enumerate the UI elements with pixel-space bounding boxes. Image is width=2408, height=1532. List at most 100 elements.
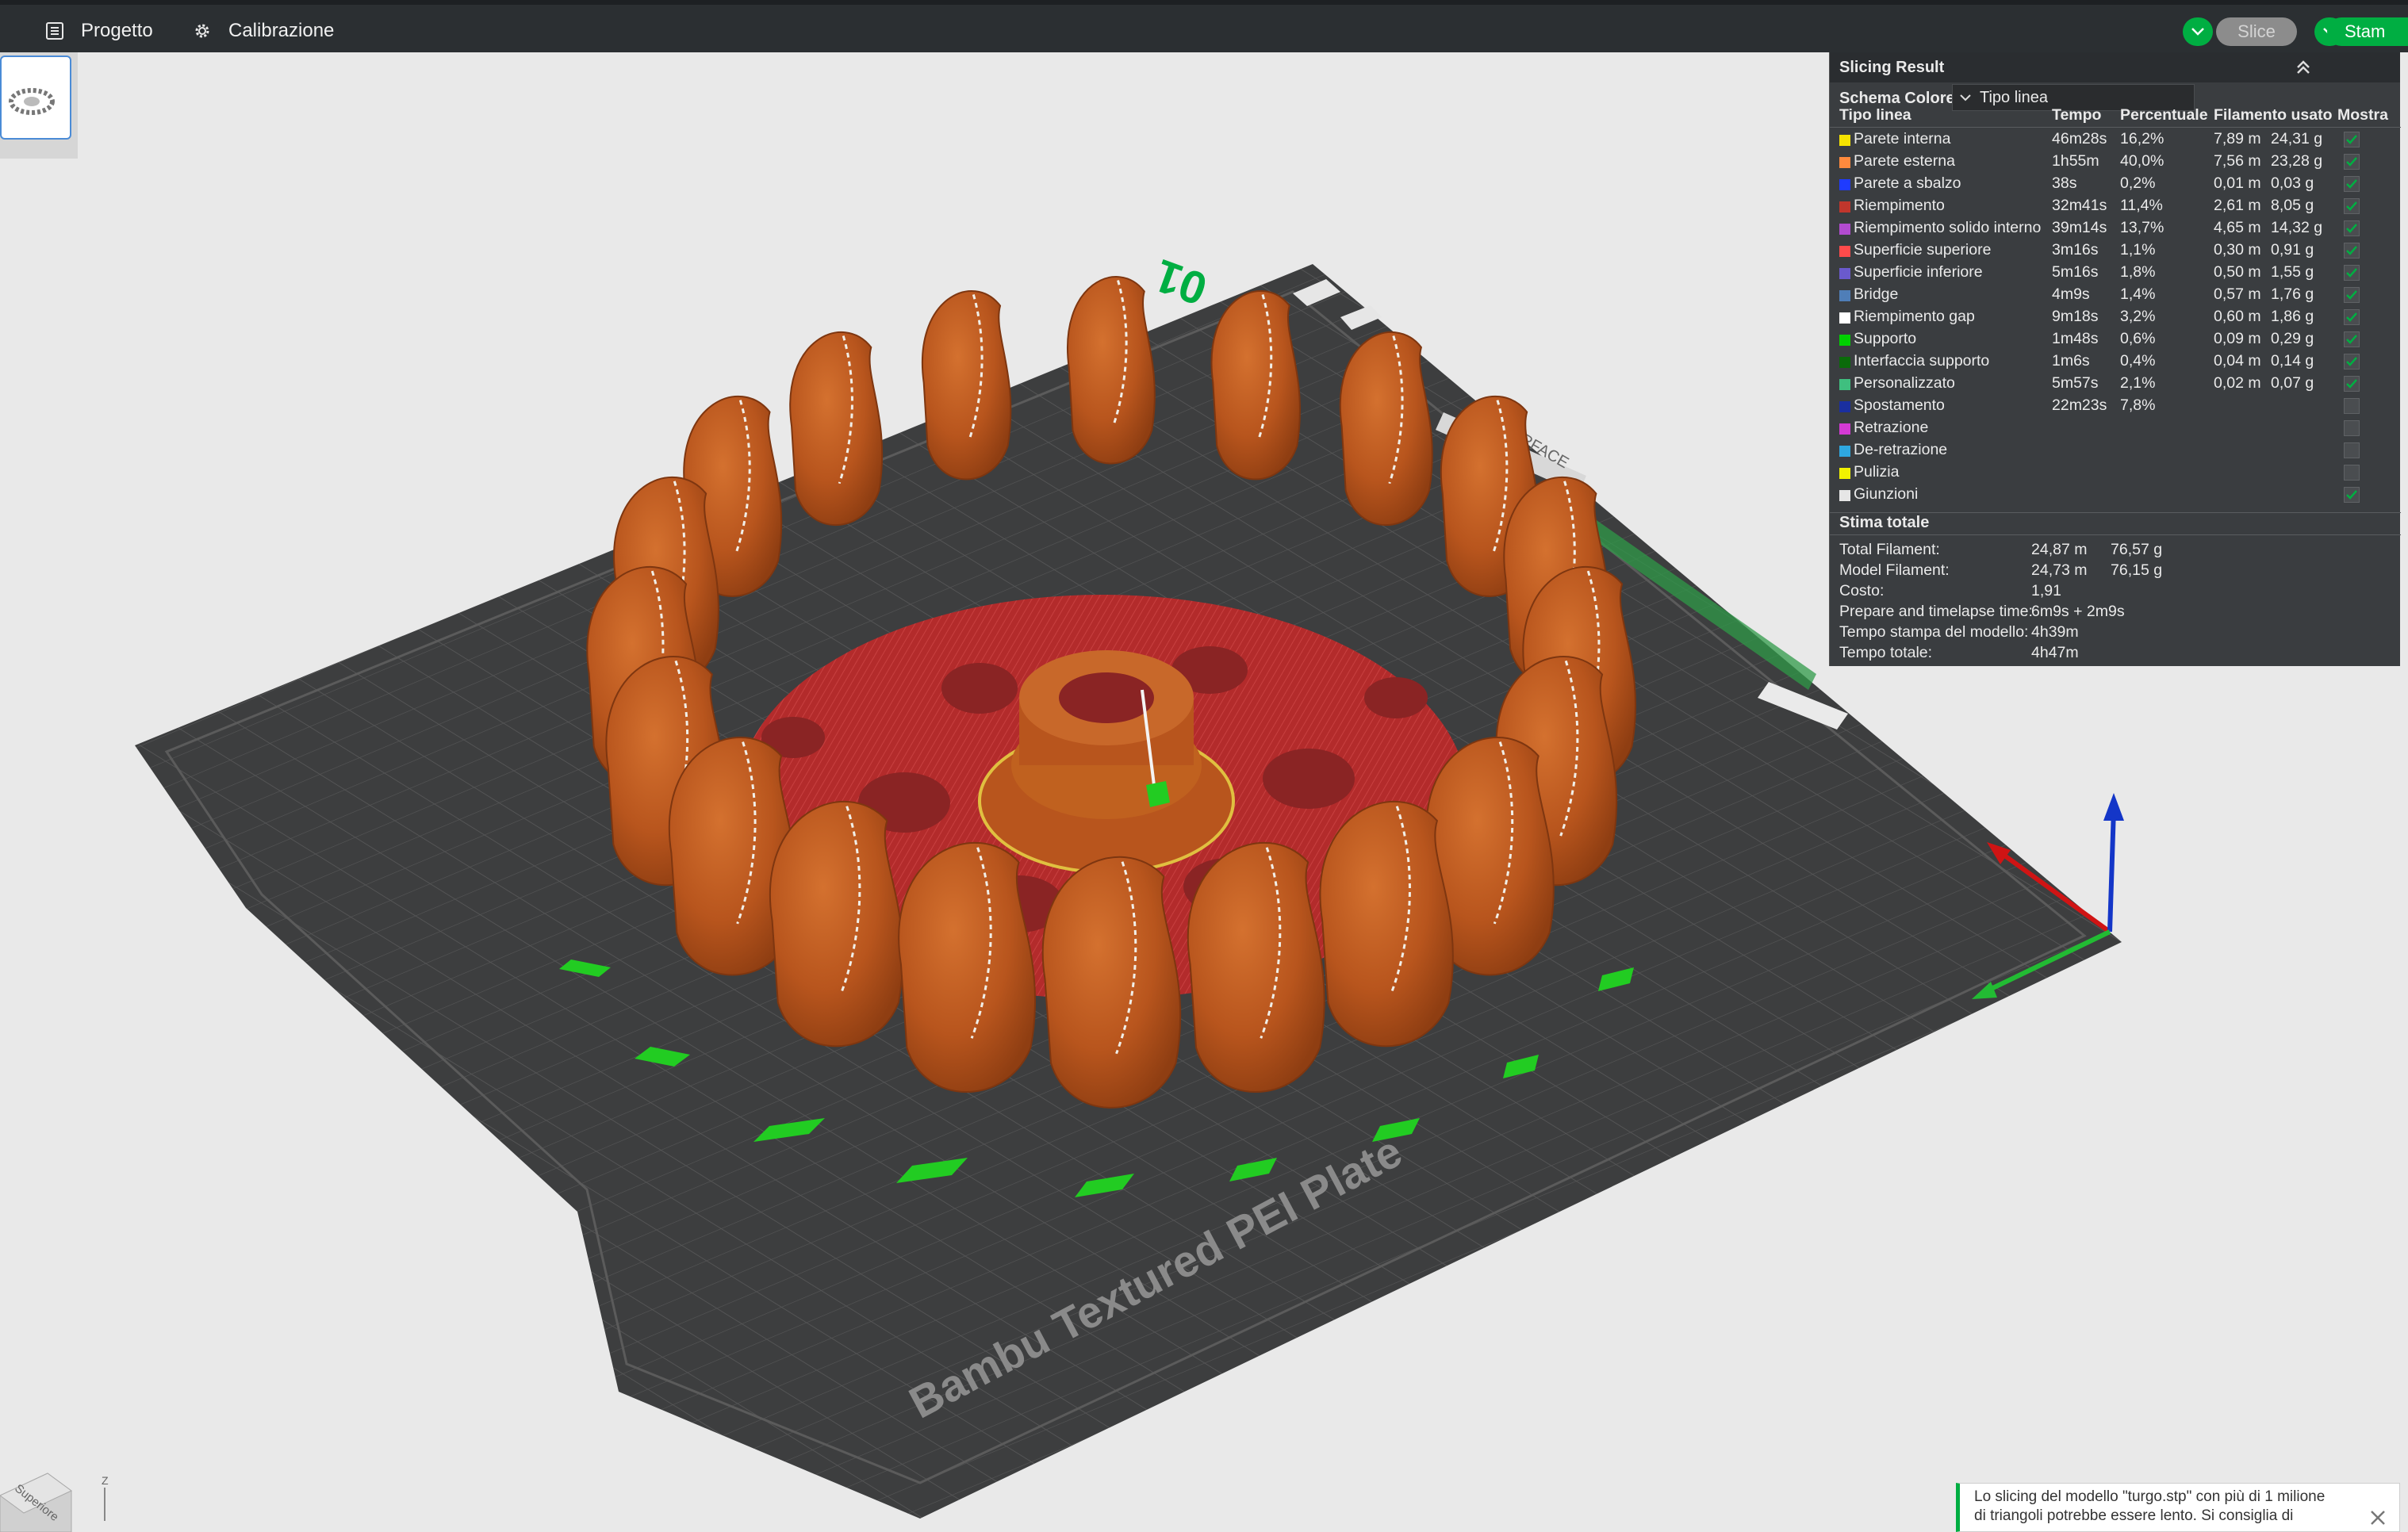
show-checkbox[interactable] [2344, 354, 2360, 370]
row-name: Parete interna [1854, 130, 1951, 147]
show-checkbox[interactable] [2344, 154, 2360, 170]
chevron-down-icon [1960, 94, 1971, 101]
show-checkbox[interactable] [2344, 176, 2360, 192]
color-swatch [1839, 179, 1850, 190]
row-name: Retrazione [1854, 419, 1929, 436]
row-name: De-retrazione [1854, 441, 1948, 458]
col-header-percent: Percentuale [2120, 106, 2208, 124]
color-swatch [1839, 201, 1850, 213]
row-len: 0,09 m [2214, 330, 2261, 347]
row-len: 0,04 m [2214, 352, 2261, 370]
row-len: 0,50 m [2214, 263, 2261, 281]
show-checkbox[interactable] [2344, 132, 2360, 147]
show-checkbox[interactable] [2344, 309, 2360, 325]
row-name: Superficie superiore [1854, 241, 1992, 259]
show-checkbox[interactable] [2344, 265, 2360, 281]
turbine-blade [922, 290, 1012, 481]
check-icon [2346, 157, 2357, 167]
show-checkbox[interactable] [2344, 220, 2360, 236]
gear-icon [190, 19, 214, 43]
row-len: 0,01 m [2214, 174, 2261, 192]
line-type-row: Parete esterna 1h55m 40,0% 7,56 m 23,28 g [1830, 151, 2401, 173]
check-icon [2346, 246, 2357, 255]
row-name: Personalizzato [1854, 374, 1955, 392]
line-type-row: Riempimento solido interno 39m14s 13,7% 4,6… [1830, 217, 2401, 239]
row-len: 7,89 m [2214, 130, 2261, 147]
summary-value: 4h39m [2031, 623, 2079, 641]
turbine-blade [789, 331, 884, 527]
turbine-blade [1319, 801, 1454, 1048]
col-header-show: Mostra [2337, 106, 2388, 124]
row-len: 0,57 m [2214, 285, 2261, 303]
check-icon [2346, 379, 2357, 389]
summary-weight: 76,15 g [2111, 561, 2163, 579]
check-icon [2346, 135, 2357, 144]
row-wt: 14,32 g [2271, 219, 2323, 236]
row-time: 38s [2052, 174, 2077, 192]
show-checkbox[interactable] [2344, 287, 2360, 303]
row-pct: 1,1% [2120, 241, 2156, 259]
show-checkbox[interactable] [2344, 487, 2360, 503]
row-pct: 0,6% [2120, 330, 2156, 347]
project-icon [43, 19, 67, 43]
slice-dropdown-button[interactable] [2183, 17, 2213, 46]
show-checkbox[interactable] [2344, 420, 2360, 436]
check-icon [2346, 201, 2357, 211]
col-header-filament: Filamento usato [2214, 106, 2333, 124]
color-swatch [1839, 224, 1850, 235]
summary-label: Prepare and timelapse time: [1839, 603, 2033, 620]
show-checkbox[interactable] [2344, 243, 2360, 259]
show-checkbox[interactable] [2344, 331, 2360, 347]
color-swatch [1839, 401, 1850, 412]
menu-project[interactable]: Progetto [43, 13, 153, 49]
row-wt: 24,31 g [2271, 130, 2323, 147]
col-header-type: Tipo linea [1839, 106, 1911, 124]
show-checkbox[interactable] [2344, 398, 2360, 414]
row-time: 1m48s [2052, 330, 2099, 347]
color-swatch [1839, 312, 1850, 324]
close-icon[interactable] [2366, 1506, 2390, 1530]
show-checkbox[interactable] [2344, 376, 2360, 392]
line-type-row: Pulizia [1830, 462, 2401, 484]
color-swatch [1839, 157, 1850, 168]
summary-value: 4h47m [2031, 644, 2079, 661]
show-checkbox[interactable] [2344, 442, 2360, 458]
turbine-blade [1041, 856, 1182, 1109]
row-time: 22m23s [2052, 396, 2107, 414]
collapse-icon[interactable] [2294, 59, 2313, 76]
turbine-blade [1339, 331, 1433, 527]
view-cube[interactable]: Superiore Z [0, 1464, 127, 1532]
summary-value: 24,73 m [2031, 561, 2088, 579]
row-len: 0,02 m [2214, 374, 2261, 392]
menu-project-label: Progetto [81, 20, 153, 41]
menu-calibration[interactable]: Calibrazione [190, 13, 334, 49]
row-name: Superficie inferiore [1854, 263, 1983, 281]
top-toolbar: Progetto Calibrazione Slice Stam [0, 0, 2408, 52]
row-name: Parete esterna [1854, 152, 1955, 170]
row-wt: 0,03 g [2271, 174, 2314, 192]
summary-label: Tempo stampa del modello: [1839, 623, 2029, 641]
notification-line-2: di triangoli potrebbe essere lento. Si c… [1974, 1507, 2294, 1524]
row-wt: 1,86 g [2271, 308, 2314, 325]
line-type-row: De-retrazione [1830, 439, 2401, 462]
row-len: 4,65 m [2214, 219, 2261, 236]
row-wt: 0,07 g [2271, 374, 2314, 392]
row-pct: 0,4% [2120, 352, 2156, 370]
turbine-blade [769, 801, 904, 1048]
row-time: 32m41s [2052, 197, 2107, 214]
slice-button[interactable]: Slice [2216, 17, 2297, 46]
menu-calibration-label: Calibrazione [228, 20, 335, 41]
check-icon [2346, 268, 2357, 278]
line-type-row: Riempimento gap 9m18s 3,2% 0,60 m 1,86 g [1830, 306, 2401, 328]
row-pct: 13,7% [2120, 219, 2165, 236]
row-wt: 8,05 g [2271, 197, 2314, 214]
print-button[interactable]: Stam [2327, 17, 2408, 46]
turbine-blade [1067, 276, 1156, 465]
row-name: Parete a sbalzo [1854, 174, 1961, 192]
row-wt: 1,76 g [2271, 285, 2314, 303]
row-len: 7,56 m [2214, 152, 2261, 170]
show-checkbox[interactable] [2344, 198, 2360, 214]
summary-label: Total Filament: [1839, 541, 1940, 558]
line-type-row: Riempimento 32m41s 11,4% 2,61 m 8,05 g [1830, 195, 2401, 217]
show-checkbox[interactable] [2344, 465, 2360, 481]
